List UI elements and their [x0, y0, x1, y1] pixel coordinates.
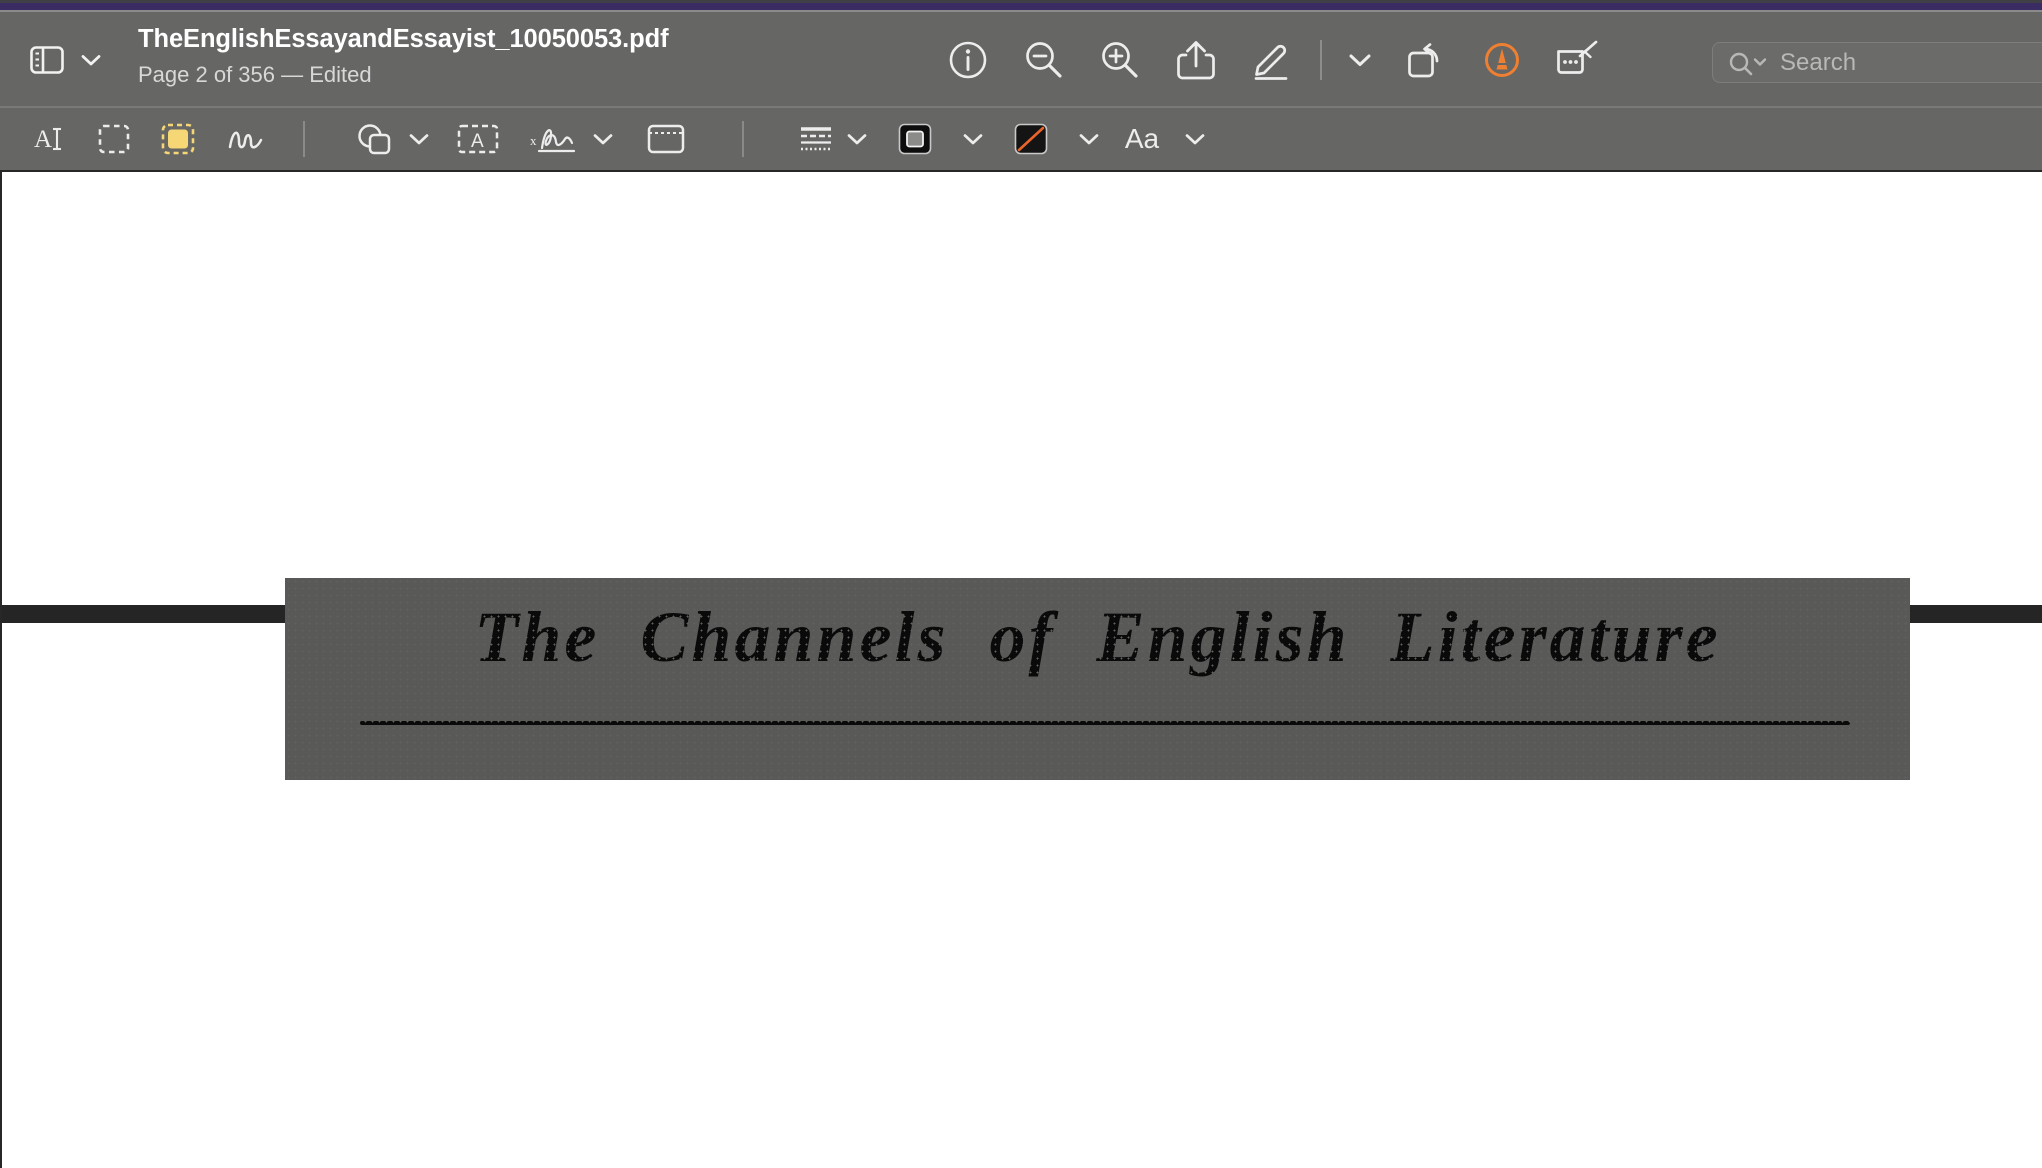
- search-placeholder: Search: [1780, 48, 1857, 76]
- rotate-left-icon: [1408, 42, 1439, 77]
- markup-divider-2: [742, 108, 744, 170]
- highlight-button[interactable]: [1464, 30, 1540, 90]
- info-button[interactable]: [930, 30, 1006, 90]
- search-field[interactable]: Search: [1712, 42, 2042, 83]
- rectangular-selection-tool[interactable]: [82, 115, 146, 163]
- stacked-lines-icon: [801, 127, 831, 151]
- no-fill-diagonal-swatch-icon: [1014, 123, 1048, 155]
- markup-selection-group: A: [18, 108, 282, 170]
- chevron-down-icon: [1349, 54, 1371, 66]
- markup-divider-1: [303, 108, 305, 170]
- rotate-button[interactable]: [1388, 30, 1464, 90]
- signature-tool[interactable]: x: [522, 115, 588, 163]
- chevron-down-icon: [1185, 134, 1205, 145]
- markup-object-group: A x: [348, 108, 714, 170]
- chevron-down-icon: [593, 134, 613, 145]
- text-selection-tool[interactable]: A: [18, 115, 82, 163]
- signature-icon: x: [530, 129, 576, 153]
- main-toolbar: TheEnglishEssayandEssayist_10050053.pdf …: [0, 12, 2042, 107]
- border-color-tool[interactable]: [872, 115, 958, 163]
- zoom-out-button[interactable]: [1006, 30, 1082, 90]
- annotate-button[interactable]: [1540, 30, 1616, 90]
- note-window-icon: [647, 124, 685, 154]
- text-selection-highlight[interactable]: The Channels of English Literature: [285, 578, 1910, 780]
- preview-window: TheEnglishEssayandEssayist_10050053.pdf …: [0, 0, 2042, 1168]
- toolbar-icon-group: [930, 12, 1616, 107]
- chevron-down-icon: [847, 134, 867, 145]
- window-accent-strip: [0, 3, 2042, 10]
- font-style-chevron[interactable]: [1180, 132, 1210, 146]
- shapes-chevron[interactable]: [404, 132, 434, 146]
- line-style-tool[interactable]: [790, 115, 842, 163]
- document-title: TheEnglishEssayandEssayist_10050053.pdf: [138, 25, 669, 53]
- text-box-a-icon: A: [457, 124, 499, 154]
- dashed-rectangle-icon: [98, 124, 130, 154]
- sidebar-toggle-button[interactable]: [28, 43, 66, 77]
- toolbar-left-group: [28, 12, 102, 107]
- text-cursor-icon: A: [34, 126, 61, 153]
- scribble-icon: [228, 131, 263, 149]
- page-heading-text: The Channels of English Literature: [474, 597, 1721, 677]
- fill-color-chevron[interactable]: [1074, 132, 1104, 146]
- magnifier-plus-icon: [1102, 41, 1138, 78]
- note-pencil-icon: [1557, 40, 1598, 74]
- share-button[interactable]: [1158, 30, 1234, 90]
- info-circle-icon: [949, 41, 987, 78]
- share-up-arrow-icon: [1177, 40, 1215, 79]
- toolbar-divider: [1320, 39, 1322, 80]
- sketch-tool[interactable]: [210, 115, 282, 163]
- signature-chevron[interactable]: [588, 132, 618, 146]
- markup-toolbar: A A x Aa: [0, 108, 2042, 170]
- zoom-in-button[interactable]: [1082, 30, 1158, 90]
- svg-text:A: A: [34, 126, 52, 153]
- svg-text:A: A: [471, 131, 484, 152]
- highlight-selection-tool[interactable]: [146, 115, 210, 163]
- document-info: TheEnglishEssayandEssayist_10050053.pdf …: [138, 25, 669, 87]
- chevron-down-icon: [963, 134, 983, 145]
- search-magnifier-chevron-icon: [1729, 52, 1767, 75]
- chevron-down-icon: [1079, 134, 1099, 145]
- magnifier-minus-icon: [1026, 41, 1062, 78]
- svg-text:x: x: [530, 133, 537, 148]
- shapes-overlap-icon: [358, 124, 391, 155]
- note-tool[interactable]: [618, 115, 714, 163]
- markup-style-group: Aa: [790, 108, 1210, 170]
- pencil-underline-icon: [1254, 44, 1288, 80]
- fill-color-tool[interactable]: [988, 115, 1074, 163]
- markup-options-button[interactable]: [1332, 30, 1388, 90]
- filled-yellow-selection-icon: [161, 123, 195, 155]
- pdf-page-previous: [2, 172, 2042, 605]
- border-color-chevron[interactable]: [958, 132, 988, 146]
- chevron-down-icon: [409, 134, 429, 145]
- heading-underline-rule: [360, 721, 1850, 725]
- sidebar-chevron-down-icon[interactable]: [80, 49, 102, 71]
- orange-highlight-circle-icon: [1485, 42, 1519, 77]
- document-subtitle: Page 2 of 356 — Edited: [138, 61, 372, 87]
- line-style-chevron[interactable]: [842, 132, 872, 146]
- page-heading: The Channels of English Literature: [285, 597, 1910, 677]
- shapes-tool[interactable]: [348, 115, 404, 163]
- black-square-swatch-icon: [898, 123, 932, 155]
- markup-button[interactable]: [1234, 30, 1310, 90]
- text-box-tool[interactable]: A: [434, 115, 522, 163]
- font-style-tool[interactable]: Aa: [1104, 115, 1180, 163]
